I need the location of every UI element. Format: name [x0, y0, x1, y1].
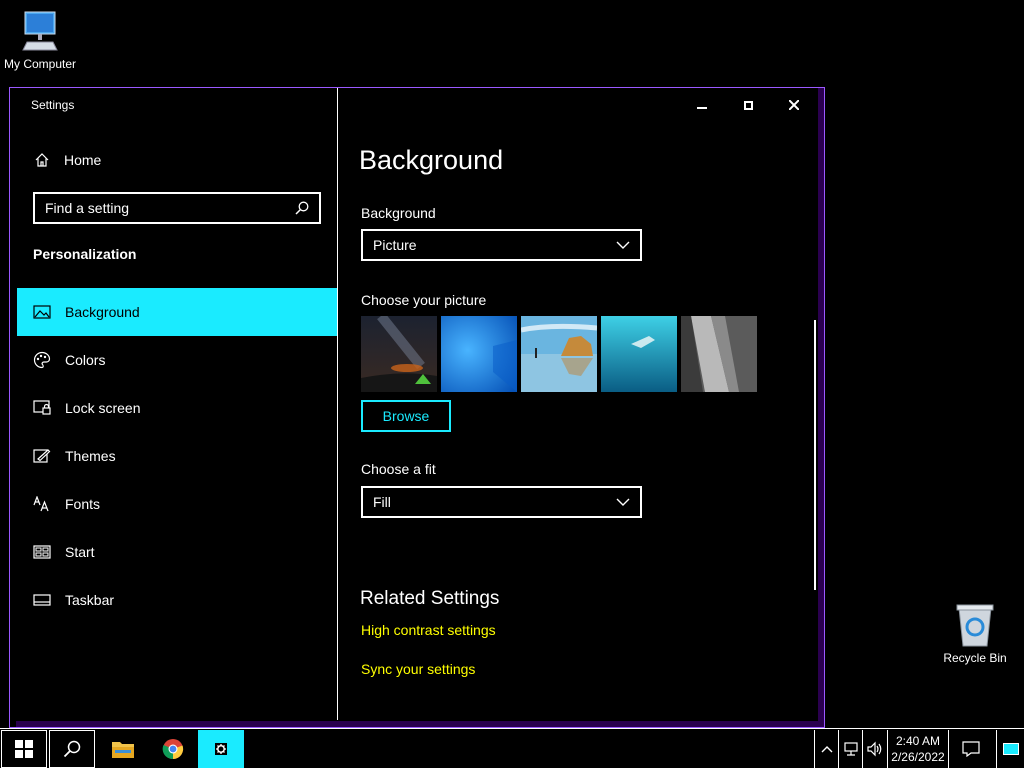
volume-tray-button[interactable] — [862, 730, 886, 768]
pane-divider — [337, 88, 338, 720]
my-computer-desktop-icon[interactable]: My Computer — [0, 8, 80, 71]
sidebar-item-label: Colors — [65, 352, 106, 368]
background-dropdown[interactable]: Picture — [361, 229, 642, 261]
start-button[interactable] — [1, 730, 47, 768]
high-contrast-link[interactable]: High contrast settings — [361, 622, 496, 638]
maximize-icon — [743, 100, 753, 110]
related-settings-title: Related Settings — [360, 588, 500, 609]
folder-icon — [112, 742, 134, 758]
sidebar-item-colors[interactable]: Colors — [17, 336, 337, 384]
sidebar-item-label: Fonts — [65, 496, 101, 512]
sidebar-item-lock-screen[interactable]: Lock screen — [17, 384, 337, 432]
background-label: Background — [361, 205, 436, 221]
minimize-icon — [697, 107, 707, 109]
sidebar-item-label: Background — [65, 304, 140, 320]
sidebar-nav: Background Colors Lock screen Themes Fon… — [17, 288, 337, 624]
picture-icon — [33, 303, 51, 321]
fonts-icon — [33, 495, 51, 513]
sidebar-item-themes[interactable]: Themes — [17, 432, 337, 480]
clock-date: 2/26/2022 — [891, 750, 945, 764]
speaker-icon — [866, 741, 881, 757]
window-title: Settings — [31, 98, 75, 112]
lock-screen-icon — [33, 399, 51, 417]
search-placeholder: Find a setting — [45, 200, 130, 216]
settings-taskbar-button[interactable] — [198, 730, 244, 768]
background-dropdown-value: Picture — [373, 237, 417, 253]
computer-icon — [22, 11, 58, 51]
sidebar-item-label: Taskbar — [65, 592, 115, 608]
settings-window: Settings Home Find a setting Personaliza… — [9, 87, 825, 728]
wallpaper-thumbnail-underwater[interactable] — [601, 316, 677, 392]
sidebar-item-label: Themes — [65, 448, 116, 464]
palette-icon — [33, 351, 51, 369]
scrollbar[interactable] — [814, 320, 816, 590]
home-icon — [35, 153, 49, 167]
recycle-bin-desktop-icon[interactable]: Recycle Bin — [935, 602, 1015, 665]
wallpaper-thumbnail-rock-cliff[interactable] — [681, 316, 757, 392]
windows-logo-icon — [15, 740, 33, 758]
network-tray-button[interactable] — [838, 730, 862, 768]
sidebar-item-fonts[interactable]: Fonts — [17, 480, 337, 528]
home-nav-item[interactable]: Home — [34, 152, 101, 168]
chevron-up-icon — [821, 746, 832, 753]
search-icon — [63, 740, 81, 758]
taskbar-search-button[interactable] — [49, 730, 95, 768]
desktop-preview-icon — [1002, 743, 1019, 755]
recycle-bin-icon — [956, 604, 994, 647]
chevron-down-icon — [616, 241, 630, 249]
fit-dropdown-value: Fill — [373, 494, 391, 510]
notification-icon — [962, 741, 980, 757]
settings-gear-icon — [215, 743, 227, 755]
home-label: Home — [64, 152, 102, 168]
show-desktop-button[interactable] — [996, 730, 1024, 768]
network-icon — [843, 742, 858, 756]
sidebar-item-label: Lock screen — [65, 400, 141, 416]
choose-fit-label: Choose a fit — [361, 461, 436, 477]
minimize-button[interactable] — [682, 93, 722, 117]
clock-time: 2:40 AM — [895, 734, 941, 748]
maximize-button[interactable] — [728, 93, 768, 117]
taskbar-icon — [33, 591, 51, 609]
wallpaper-thumbnail-night-sky[interactable] — [361, 316, 437, 392]
browse-button[interactable]: Browse — [361, 400, 451, 432]
sidebar-item-taskbar[interactable]: Taskbar — [17, 576, 337, 624]
chevron-down-icon — [616, 498, 630, 506]
wallpaper-thumbnail-windows-blue[interactable] — [441, 316, 517, 392]
action-center-button[interactable] — [953, 730, 989, 768]
chrome-icon — [162, 739, 184, 760]
chrome-taskbar-button[interactable] — [150, 730, 196, 768]
start-icon — [33, 543, 51, 561]
file-explorer-taskbar-button[interactable] — [100, 730, 146, 768]
sync-settings-link[interactable]: Sync your settings — [361, 661, 475, 677]
close-button[interactable] — [774, 93, 814, 117]
page-title: Background — [359, 145, 504, 175]
my-computer-label: My Computer — [3, 57, 77, 71]
close-icon — [789, 100, 799, 110]
sidebar-item-start[interactable]: Start — [17, 528, 337, 576]
wallpaper-thumbnail-beach[interactable] — [521, 316, 597, 392]
section-title: Personalization — [33, 246, 137, 262]
sidebar-item-background[interactable]: Background — [17, 288, 337, 336]
show-hidden-icons-button[interactable] — [814, 730, 838, 768]
taskbar-clock[interactable]: 2:40 AM 2/26/2022 — [887, 730, 949, 768]
sidebar-item-label: Start — [65, 544, 95, 560]
search-input[interactable]: Find a setting — [33, 192, 321, 224]
fit-dropdown[interactable]: Fill — [361, 486, 642, 518]
choose-picture-label: Choose your picture — [361, 292, 487, 308]
picture-gallery — [361, 316, 757, 392]
brush-icon — [33, 447, 51, 465]
search-icon — [295, 201, 309, 215]
recycle-bin-label: Recycle Bin — [943, 651, 1007, 665]
taskbar: 2:40 AM 2/26/2022 — [0, 728, 1024, 768]
